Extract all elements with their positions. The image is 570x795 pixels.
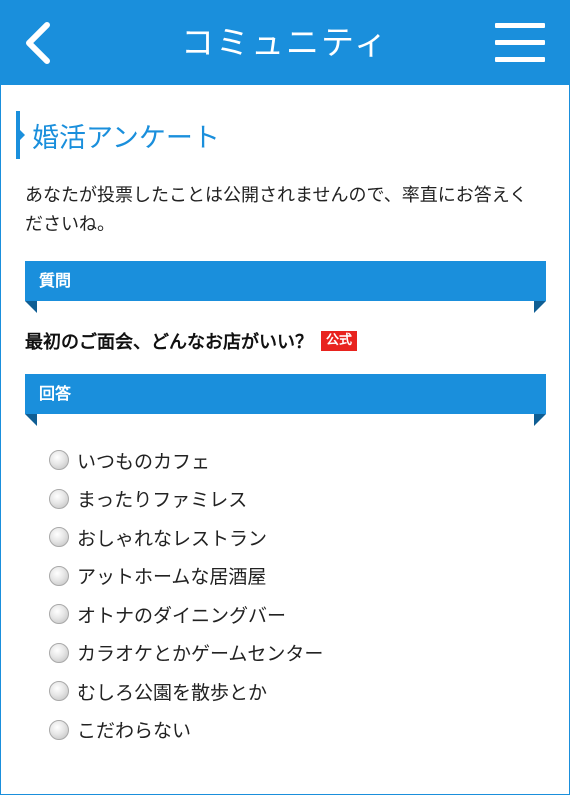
answer-option-label: いつものカフェ: [77, 450, 211, 473]
radio-button[interactable]: [49, 527, 69, 548]
ribbon-fold: [534, 301, 546, 313]
header-title: コミュニティ: [180, 23, 390, 62]
question: 最初のご面会、どんなお店がいい？ 公式: [25, 327, 358, 355]
answer-option[interactable]: カラオケとかゲームセンター: [49, 634, 323, 673]
answer-section-header: 回答: [25, 374, 546, 426]
radio-button[interactable]: [49, 488, 69, 509]
radio-button[interactable]: [49, 642, 69, 663]
radio-button[interactable]: [49, 681, 69, 702]
menu-button[interactable]: [495, 21, 545, 65]
hamburger-menu-icon-line: [495, 57, 545, 62]
radio-button[interactable]: [49, 565, 69, 586]
answer-option[interactable]: こだわらない: [49, 711, 323, 750]
answer-option[interactable]: いつものカフェ: [49, 441, 323, 480]
answer-option[interactable]: むしろ公園を散歩とか: [49, 672, 323, 711]
answer-option[interactable]: まったりファミレス: [49, 480, 323, 519]
answer-option-label: アットホームな居酒屋: [77, 566, 267, 589]
page-heading: 婚活アンケート: [16, 111, 220, 159]
answer-option[interactable]: オトナのダイニングバー: [49, 595, 323, 634]
question-section-header: 質問: [25, 261, 546, 313]
radio-button[interactable]: [49, 719, 69, 740]
page-title: 婚活アンケート: [32, 122, 220, 154]
ribbon-fold: [25, 301, 37, 313]
answer-section-label: 回答: [39, 384, 72, 403]
answer-option-label: むしろ公園を散歩とか: [77, 681, 268, 704]
radio-button[interactable]: [49, 604, 69, 625]
answer-option-label: こだわらない: [77, 720, 192, 743]
answer-option[interactable]: アットホームな居酒屋: [49, 557, 323, 596]
answer-option-label: オトナのダイニングバー: [77, 604, 287, 627]
answer-options-list: いつものカフェ まったりファミレス おしゃれなレストラン アットホームな居酒屋 …: [49, 441, 323, 749]
question-text: 最初のご面会、どんなお店がいい？: [25, 332, 313, 353]
official-badge: 公式: [321, 331, 358, 351]
radio-button[interactable]: [49, 450, 69, 471]
heading-accent-bar: [16, 111, 25, 159]
app-header: コミュニティ: [1, 1, 569, 85]
app-frame: コミュニティ 婚活アンケート あなたが投票したことは公開されませんので、率直にお…: [0, 0, 570, 795]
answer-option[interactable]: おしゃれなレストラン: [49, 518, 323, 557]
intro-text: あなたが投票したことは公開されませんので、率直にお答えくださいね。: [25, 185, 528, 235]
hamburger-menu-icon-line: [495, 40, 545, 45]
ribbon-fold: [25, 414, 37, 426]
answer-option-label: まったりファミレス: [77, 489, 248, 512]
question-section-label: 質問: [39, 271, 72, 290]
answer-option-label: おしゃれなレストラン: [77, 527, 268, 550]
hamburger-menu-icon: [495, 23, 545, 28]
answer-option-label: カラオケとかゲームセンター: [77, 643, 324, 666]
ribbon-fold: [534, 414, 546, 426]
